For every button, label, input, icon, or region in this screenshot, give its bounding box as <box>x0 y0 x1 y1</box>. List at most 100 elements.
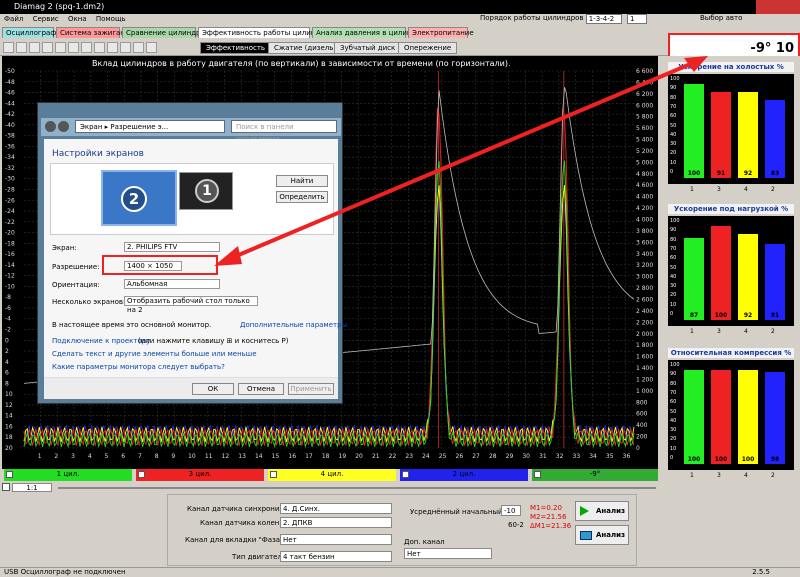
panel-tick-label: 80 <box>670 94 677 101</box>
panel-tick-label: 100 <box>670 362 680 368</box>
panel-tick-label: 60 <box>670 399 677 406</box>
tab-efficiency[interactable]: Эффективность работы цилиндров <box>198 27 333 38</box>
screen-label: Экран: <box>52 244 77 252</box>
y-right-tick-label: 2 400 <box>636 308 653 315</box>
channel-1-checkbox[interactable] <box>6 471 13 478</box>
x-tick-label: 34 <box>589 453 597 460</box>
menu-service[interactable]: Сервис <box>33 15 59 23</box>
y-left-tick-label: -40 <box>5 122 15 129</box>
toolbar-icon[interactable] <box>120 42 131 53</box>
monitor-1[interactable]: 1 <box>179 172 233 210</box>
tab-pressure[interactable]: Анализ давления в цилиндре <box>312 27 425 38</box>
y-left-tick-label: -22 <box>5 219 15 226</box>
x-tick-label: 4 <box>88 453 92 460</box>
y-right-tick-label: 1 000 <box>636 388 653 395</box>
analyze-button-2[interactable]: Анализ <box>575 525 629 545</box>
sync-select[interactable]: 4. Д.Синх. <box>280 503 392 514</box>
address-bar[interactable]: Экран ▸ Разрешение э... <box>75 120 225 133</box>
channel-4[interactable]: 4 цил. <box>268 469 396 481</box>
ok-button[interactable]: ОК <box>192 383 234 395</box>
channel-angle-checkbox[interactable] <box>534 471 541 478</box>
subtab-compression[interactable]: Сжатие (дизель) <box>268 42 343 54</box>
panel-tick-label: 40 <box>670 273 677 280</box>
toolbar-icon[interactable] <box>107 42 118 53</box>
channel-4-checkbox[interactable] <box>270 471 277 478</box>
find-button[interactable]: Найти <box>276 175 328 187</box>
advanced-link[interactable]: Дополнительные параметры <box>240 321 347 329</box>
search-input[interactable]: Поиск в панели управления <box>231 120 337 143</box>
toolbar-icon[interactable] <box>81 42 92 53</box>
text-size-link[interactable]: Сделать текст и другие элементы больше и… <box>52 350 257 358</box>
tab-compare[interactable]: Сравнение цилиндров <box>122 27 209 38</box>
window-close-button[interactable] <box>756 0 800 14</box>
y-right-tick-label: 2 600 <box>636 296 653 303</box>
auto-select-button[interactable]: Выбор авто <box>700 14 742 26</box>
subtab-efficiency[interactable]: Эффективность <box>200 42 272 54</box>
x-tick-label: 31 <box>539 453 547 460</box>
panel-bar: 87 <box>684 238 704 320</box>
dialog-navbar: Экран ▸ Разрешение э... Поиск в панели у… <box>41 118 341 143</box>
y-right-tick-label: 5 000 <box>636 159 653 166</box>
multi-select[interactable]: Отобразить рабочий стол только на 2 <box>124 296 258 314</box>
scroll-track[interactable] <box>58 487 656 489</box>
toolbar-icon[interactable] <box>55 42 66 53</box>
channel-3[interactable]: 3 цил. <box>136 469 264 481</box>
subtab-gear[interactable]: Зубчатый диск <box>334 42 402 54</box>
projector-link[interactable]: Подключение к проектору <box>52 337 150 345</box>
cylinder-order-select[interactable]: 1-3-4-2 <box>585 14 622 24</box>
toolbar-icon[interactable] <box>146 42 157 53</box>
screen-select[interactable]: 2. PHILIPS FTV <box>124 242 220 252</box>
x-tick-label: 1 <box>38 453 42 460</box>
menu-file[interactable]: Файл <box>4 15 23 23</box>
menu-windows[interactable]: Окна <box>68 15 87 23</box>
analyze-button-1[interactable]: Анализ <box>575 501 629 521</box>
channel-3-checkbox[interactable] <box>138 471 145 478</box>
channel-angle[interactable]: -9° <box>532 469 658 481</box>
uoz-input[interactable]: -10 <box>501 505 521 516</box>
y-right-tick-label: 6 600 <box>636 68 653 75</box>
apply-button[interactable]: Применить <box>288 383 334 395</box>
toolbar-icon[interactable] <box>3 42 14 53</box>
x-tick-label: 33 <box>573 453 581 460</box>
back-icon[interactable] <box>45 121 56 132</box>
play-icon <box>580 506 589 516</box>
y-left-tick-label: 18 <box>5 434 13 441</box>
subtab-advance[interactable]: Опережение <box>398 42 458 54</box>
panel-bar: 81 <box>765 243 785 320</box>
channel-2[interactable]: 2 цил. <box>400 469 528 481</box>
forward-icon[interactable] <box>58 121 69 132</box>
channel-2-checkbox[interactable] <box>402 471 409 478</box>
toolbar-icon[interactable] <box>133 42 144 53</box>
detect-button[interactable]: Определить <box>276 191 328 203</box>
menu-help[interactable]: Помощь <box>96 15 126 23</box>
cancel-button[interactable]: Отмена <box>238 383 284 395</box>
engine-select[interactable]: 4 такт бензин <box>280 551 392 562</box>
cylinder-select[interactable]: 1 <box>627 14 648 24</box>
tab-ignition[interactable]: Система зажигания <box>56 27 134 38</box>
x-tick-label: 32 <box>556 453 564 460</box>
tab-oscilloscope[interactable]: Осциллограф <box>2 27 56 38</box>
y-right-tick-label: 1 600 <box>636 354 653 361</box>
panel-bar-value: 100 <box>741 456 755 463</box>
extra-channel-label: Доп. канал <box>404 538 445 546</box>
toolbar-icon[interactable] <box>42 42 53 53</box>
which-params-link[interactable]: Какие параметры монитора следует выбрать… <box>52 363 225 371</box>
y-left-tick-label: -44 <box>5 100 15 107</box>
extra-channel-select[interactable]: Нет <box>404 548 492 559</box>
channel-1[interactable]: 1 цил. <box>4 469 132 481</box>
panel-cyl-label: 1 <box>690 472 694 479</box>
orientation-select[interactable]: Альбомная <box>124 279 220 289</box>
phase-select[interactable]: Нет <box>280 534 392 545</box>
monitor-2[interactable]: 2 <box>101 170 177 226</box>
panel-tick-label: 100 <box>670 218 680 224</box>
toolbar-icon[interactable] <box>29 42 40 53</box>
x-tick-label: 11 <box>205 453 213 460</box>
crank-select[interactable]: 2. ДПКВ <box>280 517 392 528</box>
toolbar-icon[interactable] <box>68 42 79 53</box>
zoom-value[interactable]: 1:1 <box>12 483 52 492</box>
tab-power[interactable]: Электропитание <box>408 27 474 38</box>
toolbar-icon[interactable] <box>16 42 27 53</box>
panel-cyl-label: 2 <box>771 328 775 335</box>
toolbar-icon[interactable] <box>94 42 105 53</box>
zoom-minus-button[interactable] <box>2 483 10 491</box>
